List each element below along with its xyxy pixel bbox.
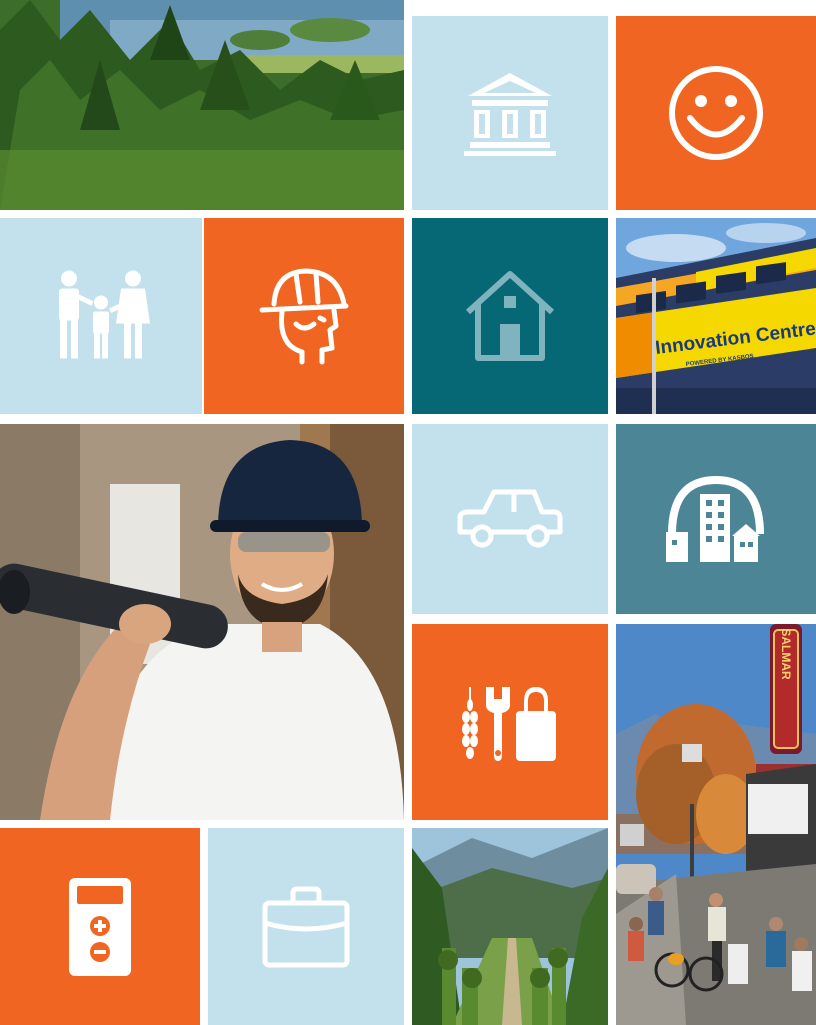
- vineyard-photo: [412, 828, 608, 1025]
- community-tile[interactable]: [616, 424, 816, 614]
- industries-tile[interactable]: [412, 624, 608, 820]
- worker-tile[interactable]: [204, 218, 404, 414]
- car-icon: [457, 489, 563, 548]
- housing-tile[interactable]: [412, 218, 608, 414]
- worker-photo: [0, 424, 404, 820]
- smiley-face-icon: [669, 66, 763, 160]
- house-icon: [465, 271, 555, 361]
- calculator-icon: [69, 877, 131, 976]
- theatre-marquee-sign: SALMAR: [779, 628, 793, 680]
- happiness-tile[interactable]: [616, 16, 816, 210]
- lake-forest-photo: [0, 0, 404, 210]
- cost-of-living-tile[interactable]: [0, 828, 200, 1025]
- family-tile[interactable]: [0, 218, 202, 414]
- family-icon: [59, 270, 150, 359]
- innovation-centre-photo: Innovation Centre POWERED BY KASBOS: [616, 218, 816, 414]
- government-building-icon: [464, 73, 556, 156]
- transportation-tile[interactable]: [412, 424, 608, 614]
- downtown-street-photo: SALMAR: [616, 624, 816, 1025]
- agriculture-tools-retail-icon: [462, 687, 556, 761]
- hard-hat-worker-icon: [259, 268, 349, 365]
- city-skyline-icon: [666, 475, 764, 562]
- government-tile[interactable]: [412, 16, 608, 210]
- business-tile[interactable]: [208, 828, 404, 1025]
- briefcase-icon: [262, 886, 350, 967]
